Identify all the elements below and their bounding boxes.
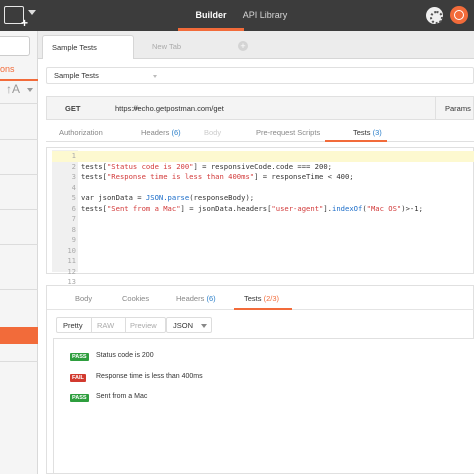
divider bbox=[0, 174, 38, 175]
divider bbox=[0, 103, 38, 104]
code-line: tests["Status code is 200"] = responsive… bbox=[47, 151, 473, 171]
test-result-text: Sent from a Mac bbox=[96, 393, 148, 400]
code-line: tests["Response time is less than 400ms"… bbox=[47, 162, 473, 181]
code-string: "user-agent" bbox=[271, 203, 324, 213]
tab-authorization[interactable]: Authorization bbox=[59, 128, 103, 137]
sync-icon[interactable] bbox=[426, 7, 443, 24]
language-label: JSON bbox=[173, 321, 194, 330]
sidebar-tab-label: ons bbox=[0, 64, 15, 74]
format-raw-button[interactable]: Raw bbox=[97, 321, 114, 330]
code-token: tests[ bbox=[81, 172, 107, 181]
tab-tests[interactable]: Tests (3) bbox=[353, 128, 382, 137]
tab-pre-request-scripts[interactable]: Pre-request Scripts bbox=[256, 128, 320, 137]
method-select[interactable]: GET bbox=[65, 104, 80, 113]
code-line: tests["Sent from a Mac"] = jsonData.head… bbox=[47, 193, 473, 213]
fail-badge: FAIL bbox=[70, 374, 86, 382]
line-number: 11 bbox=[67, 256, 76, 265]
code-token: ] = responseTime < 400; bbox=[254, 172, 354, 181]
sort-alpha-icon[interactable]: ↑A bbox=[6, 82, 20, 96]
tab-label: Pre-request Scripts bbox=[256, 128, 321, 137]
pass-badge: PASS bbox=[70, 353, 89, 361]
sidebar-tab-collections[interactable]: ons bbox=[0, 61, 38, 81]
tab-response-tests[interactable]: Tests (2/3) bbox=[244, 294, 279, 303]
user-icon[interactable] bbox=[450, 6, 468, 24]
request-bar: GET https://echo.getpostman.com/get Para… bbox=[46, 96, 474, 120]
tab-response-body[interactable]: Body bbox=[75, 294, 92, 303]
tab-response-headers[interactable]: Headers (6) bbox=[176, 294, 216, 303]
environment-selector[interactable]: Sample Tests bbox=[46, 67, 474, 84]
tab-label: Authorization bbox=[59, 128, 103, 137]
chevron-down-icon[interactable] bbox=[27, 88, 33, 92]
divider bbox=[0, 289, 38, 290]
new-window-icon[interactable] bbox=[4, 6, 28, 30]
code-string: "Mac OS" bbox=[366, 203, 402, 213]
active-tab-indicator bbox=[234, 308, 292, 310]
divider bbox=[125, 318, 126, 332]
tab-label: Body bbox=[204, 128, 222, 137]
line-number: 9 bbox=[71, 235, 76, 244]
tab-count: (6) bbox=[171, 128, 181, 137]
test-result-text: Status code is 200 bbox=[96, 352, 154, 359]
code-token: ]. bbox=[323, 203, 333, 213]
tab-builder[interactable]: Builder bbox=[178, 0, 244, 31]
divider bbox=[0, 139, 38, 140]
tests-code-editor[interactable]: 1234567891011121314 tests["Status code i… bbox=[46, 147, 474, 297]
environment-label: Sample Tests bbox=[54, 71, 99, 80]
top-bar: Builder API Library bbox=[0, 0, 474, 31]
add-tab-icon[interactable]: + bbox=[238, 41, 248, 51]
request-tabs: Authorization Headers (6) Body Pre-reque… bbox=[46, 124, 474, 142]
tab-label: Headers bbox=[141, 128, 170, 137]
code-token: ] = jsonData.headers[ bbox=[180, 203, 272, 213]
tab-label: Tests bbox=[244, 294, 262, 303]
divider bbox=[0, 361, 38, 362]
tab-new-tab[interactable]: New Tab bbox=[140, 35, 230, 59]
tab-body: Body bbox=[204, 128, 221, 137]
divider bbox=[435, 97, 436, 119]
format-toggle-group: Pretty Raw Preview bbox=[56, 317, 166, 333]
request-tab-strip: Sample Tests New Tab + bbox=[38, 31, 474, 59]
format-pretty-button[interactable]: Pretty bbox=[63, 321, 83, 330]
tab-count: (6) bbox=[206, 294, 216, 303]
postman-window: Builder API Library ons ↑A Sample Tests … bbox=[0, 0, 474, 474]
line-number: 8 bbox=[71, 224, 76, 234]
tab-sample-tests[interactable]: Sample Tests bbox=[42, 35, 134, 59]
line-number: 12 bbox=[67, 266, 76, 276]
sidebar-item-selected[interactable] bbox=[0, 327, 38, 344]
params-button[interactable]: Params bbox=[445, 104, 471, 113]
code-string: "Response time is less than 400ms" bbox=[106, 172, 255, 181]
code-token: )>-1; bbox=[401, 203, 423, 213]
code-function: indexOf bbox=[332, 203, 363, 213]
tab-label: Cookies bbox=[122, 294, 150, 303]
tab-headers[interactable]: Headers (6) bbox=[141, 128, 181, 137]
chevron-down-icon bbox=[201, 324, 207, 328]
tab-label: Tests bbox=[353, 128, 371, 137]
tab-count: (2/3) bbox=[263, 294, 280, 303]
code-string: "Sent from a Mac" bbox=[106, 203, 181, 213]
code-line: var jsonData = JSON.parse(responseBody); bbox=[47, 183, 473, 202]
divider bbox=[91, 318, 92, 332]
language-select[interactable]: JSON bbox=[166, 317, 212, 333]
tab-label: Headers bbox=[176, 294, 205, 303]
sidebar: ons ↑A bbox=[0, 31, 38, 474]
format-preview-button[interactable]: Preview bbox=[130, 321, 157, 330]
response-panel: Body Cookies Headers (6) Tests (2/3) Pre… bbox=[46, 285, 474, 474]
tab-count: (3) bbox=[372, 128, 382, 137]
chevron-down-icon[interactable] bbox=[28, 10, 36, 15]
sidebar-search-input[interactable] bbox=[0, 36, 30, 56]
tab-api-library[interactable]: API Library bbox=[240, 0, 290, 31]
code-token: tests[ bbox=[81, 203, 107, 213]
test-results-list: PASS Status code is 200 FAIL Response ti… bbox=[53, 338, 474, 474]
divider bbox=[0, 244, 38, 245]
divider bbox=[0, 209, 38, 210]
chevron-down-icon bbox=[153, 75, 157, 78]
url-input[interactable]: https://echo.getpostman.com/get bbox=[115, 104, 224, 113]
tab-response-cookies[interactable]: Cookies bbox=[122, 294, 149, 303]
line-number: 10 bbox=[67, 245, 76, 255]
pass-badge: PASS bbox=[70, 394, 89, 402]
tab-label: Body bbox=[75, 294, 93, 303]
test-result-text: Response time is less than 400ms bbox=[96, 373, 203, 380]
response-tabs: Body Cookies Headers (6) Tests (2/3) bbox=[47, 286, 474, 310]
active-tab-indicator bbox=[325, 140, 387, 142]
